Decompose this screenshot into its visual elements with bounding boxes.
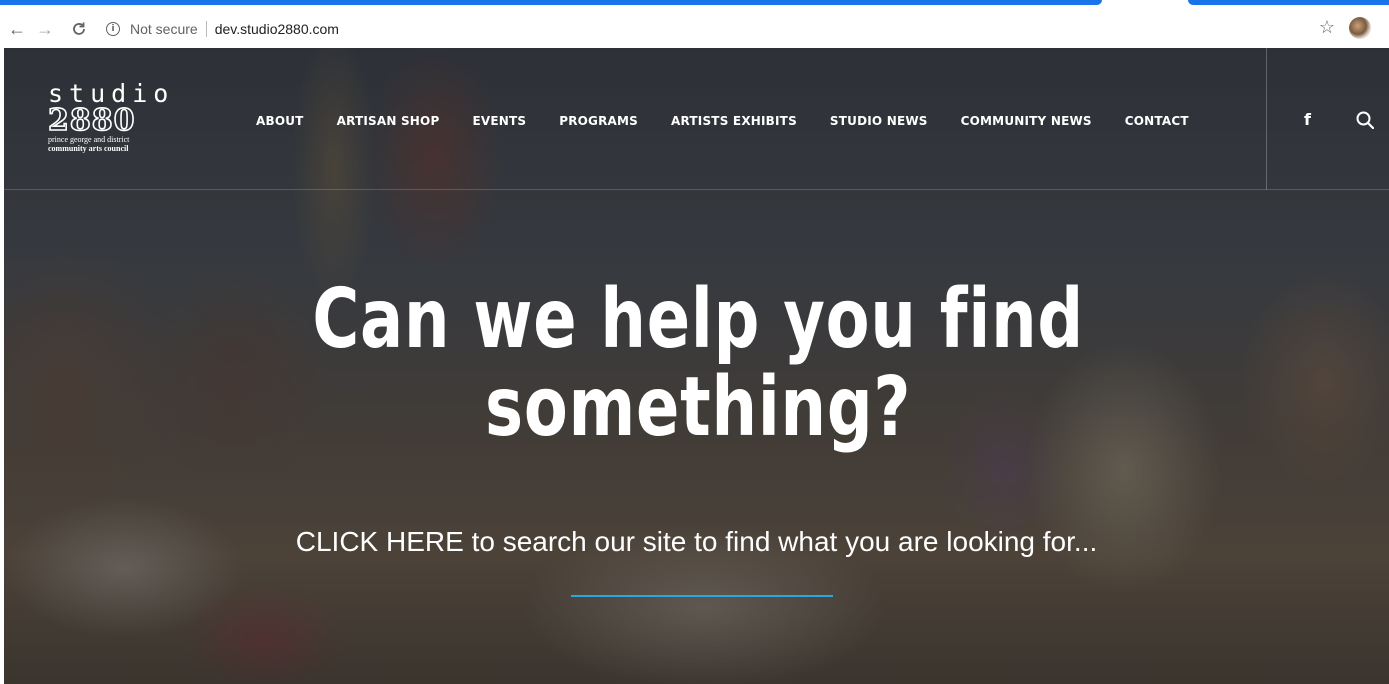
hero-title-line-2: something?: [485, 360, 912, 455]
logo-subtitle-2: community arts council: [48, 144, 129, 153]
tab-indicator: [1188, 0, 1389, 5]
nav-artists-exhibits[interactable]: ARTISTS EXHIBITS: [671, 114, 797, 128]
header-divider: [1266, 48, 1267, 190]
main-navigation: ABOUT ARTISAN SHOP EVENTS PROGRAMS ARTIS…: [256, 114, 1222, 128]
profile-avatar[interactable]: [1349, 17, 1371, 39]
nav-community-news[interactable]: COMMUNITY NEWS: [961, 114, 1092, 128]
search-icon[interactable]: [1356, 111, 1375, 130]
reload-icon[interactable]: [66, 16, 92, 42]
hero-title: Can we help you find something?: [158, 276, 1238, 452]
nav-programs[interactable]: PROGRAMS: [559, 114, 638, 128]
logo-subtitle-1: prince george and district: [48, 135, 130, 144]
address-bar: ← → i Not secure dev.studio2880.com ☆: [0, 10, 1389, 48]
nav-events[interactable]: EVENTS: [472, 114, 526, 128]
logo-number: 2880: [47, 103, 136, 138]
reload-icon-glyph: [73, 22, 85, 35]
active-tab-indicator: [0, 0, 1102, 5]
hero-title-line-1: Can we help you find: [312, 272, 1084, 367]
page-viewport: studio 2880 prince george and district c…: [0, 48, 1389, 684]
site-header: studio 2880 prince george and district c…: [4, 48, 1389, 190]
forward-arrow-icon[interactable]: →: [32, 16, 58, 42]
security-label: Not secure: [130, 21, 198, 37]
bookmark-star-icon[interactable]: ☆: [1319, 17, 1335, 38]
url-text[interactable]: dev.studio2880.com: [215, 21, 339, 37]
accent-divider: [571, 595, 833, 597]
omnibox-divider: [205, 21, 207, 37]
omnibox[interactable]: i Not secure dev.studio2880.com: [106, 16, 339, 42]
nav-artisan-shop[interactable]: ARTISAN SHOP: [337, 114, 440, 128]
info-icon[interactable]: i: [106, 22, 120, 36]
nav-contact[interactable]: CONTACT: [1125, 114, 1189, 128]
search-cta-link[interactable]: CLICK HERE to search our site to find wh…: [4, 526, 1389, 558]
site-logo[interactable]: studio 2880 prince george and district c…: [47, 81, 170, 153]
facebook-icon[interactable]: f: [1304, 110, 1311, 129]
nav-studio-news[interactable]: STUDIO NEWS: [830, 114, 928, 128]
tab-strip: [0, 0, 1389, 10]
back-arrow-icon[interactable]: ←: [4, 16, 30, 42]
nav-about[interactable]: ABOUT: [256, 114, 304, 128]
search-icon-glyph: [1356, 111, 1375, 130]
